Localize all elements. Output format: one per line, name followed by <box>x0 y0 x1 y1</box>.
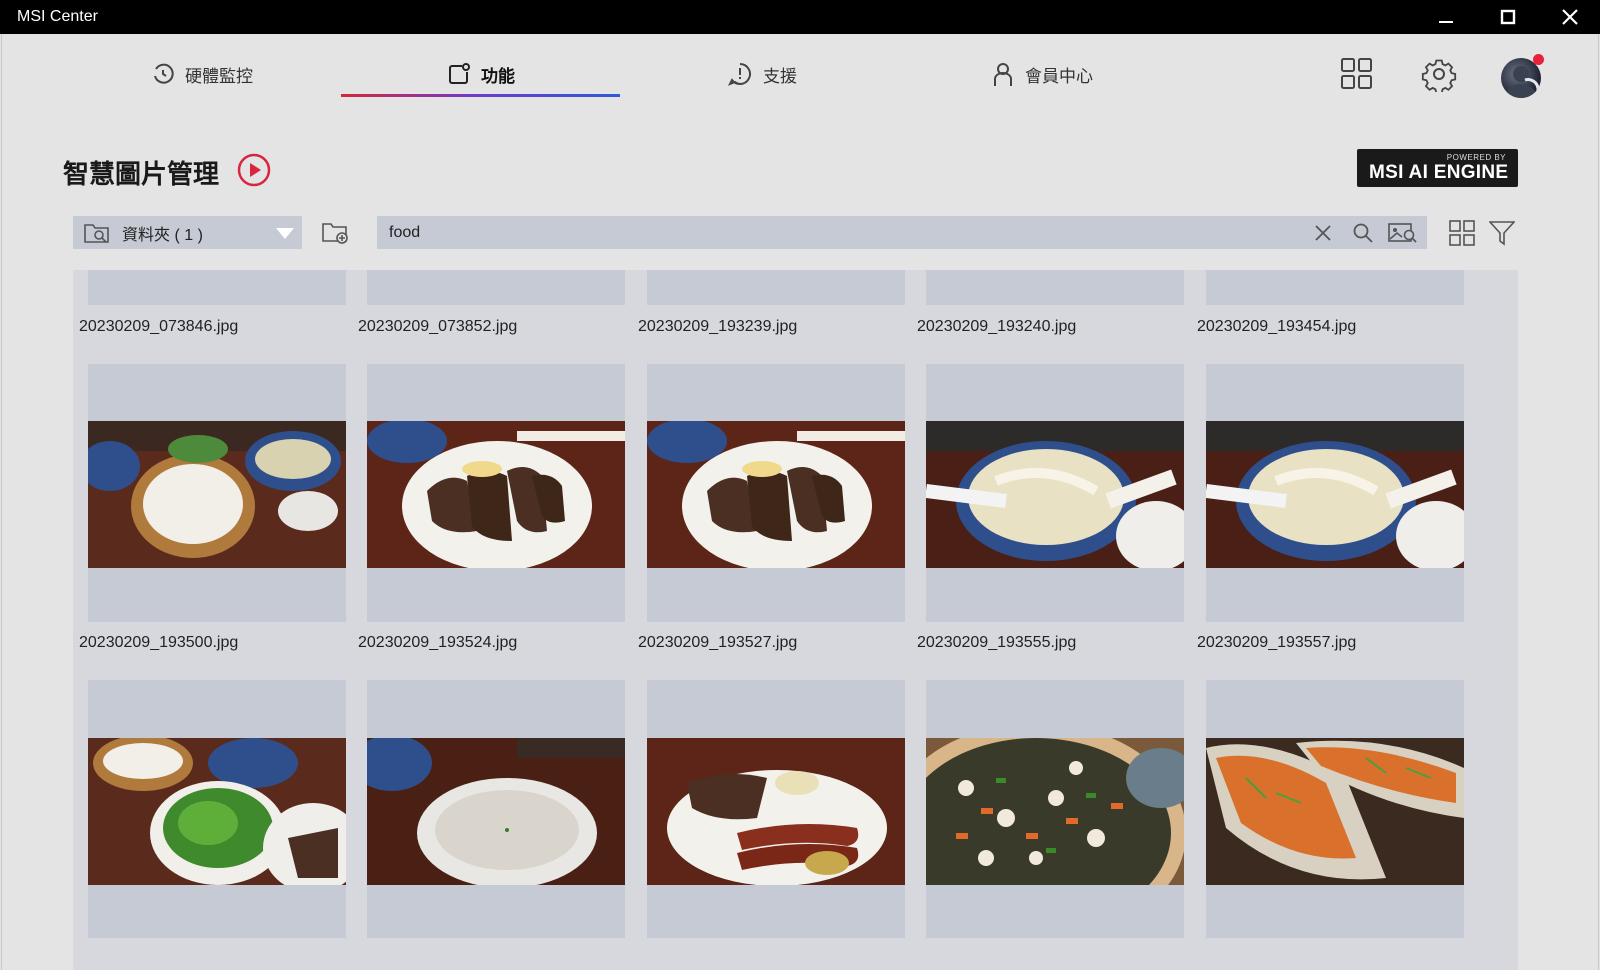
image-search-icon <box>1388 222 1417 243</box>
image-tile[interactable] <box>367 364 625 622</box>
image-tile[interactable] <box>1206 270 1464 305</box>
photo-thumbnail <box>88 738 346 885</box>
file-name: 20230209_073852.jpg <box>358 318 518 335</box>
add-folder-button[interactable] <box>322 220 350 251</box>
tab-label: 支援 <box>763 66 797 86</box>
image-tile[interactable] <box>367 680 625 938</box>
user-icon <box>991 61 1015 87</box>
maximize-button[interactable] <box>1478 0 1538 34</box>
file-name: 20230209_193555.jpg <box>917 634 1077 651</box>
filter-button[interactable] <box>1488 220 1516 251</box>
image-gallery: 20230209_073846.jpg 20230209_073852.jpg … <box>73 270 1518 970</box>
search-bar <box>377 216 1427 249</box>
image-tile[interactable] <box>926 680 1184 938</box>
file-name: 20230209_193527.jpg <box>638 634 798 651</box>
file-name: 20230209_193500.jpg <box>79 634 239 651</box>
folder-search-icon <box>84 222 112 244</box>
play-icon <box>237 153 271 187</box>
image-tile[interactable] <box>88 364 346 622</box>
settings-button[interactable] <box>1420 55 1458 93</box>
chevron-down-icon <box>276 227 294 245</box>
photo-thumbnail <box>88 421 346 568</box>
file-name: 20230209_193557.jpg <box>1197 634 1357 651</box>
image-tile[interactable] <box>926 270 1184 305</box>
grid-view-icon <box>1449 220 1475 246</box>
close-button[interactable] <box>1540 0 1600 34</box>
photo-thumbnail <box>1206 738 1464 885</box>
main-window: 硬體監控 功能 支援 會員中心 智慧圖片管理 POWERED BY MSI AI… <box>1 34 1599 970</box>
image-tile[interactable] <box>88 270 346 305</box>
active-tab-indicator <box>341 94 620 97</box>
tab-features[interactable]: 功能 <box>411 54 551 94</box>
image-tile[interactable] <box>647 364 905 622</box>
search-button[interactable] <box>1347 216 1379 249</box>
play-tutorial-button[interactable] <box>237 153 271 187</box>
gauge-icon <box>151 62 175 86</box>
file-name: 20230209_193240.jpg <box>917 318 1077 335</box>
grid-apps-icon <box>1341 58 1372 89</box>
file-name: 20230209_073846.jpg <box>79 318 239 335</box>
tab-label: 功能 <box>481 66 515 86</box>
photo-thumbnail <box>367 421 625 568</box>
tab-member-center[interactable]: 會員中心 <box>972 54 1112 94</box>
tab-label: 會員中心 <box>1025 66 1093 86</box>
badge-engine-name: MSI AI ENGINE <box>1369 162 1509 183</box>
page-title: 智慧圖片管理 <box>63 159 220 189</box>
folder-add-icon <box>322 223 348 244</box>
photo-thumbnail <box>926 421 1184 568</box>
file-name: 20230209_193239.jpg <box>638 318 798 335</box>
feature-icon <box>447 62 471 86</box>
apps-button[interactable] <box>1339 56 1375 92</box>
support-icon <box>727 61 753 87</box>
minimize-icon <box>1439 21 1453 23</box>
photo-thumbnail <box>647 738 905 885</box>
file-name: 20230209_193454.jpg <box>1197 318 1357 335</box>
image-tile[interactable] <box>926 364 1184 622</box>
gear-icon <box>1421 59 1457 92</box>
filter-icon <box>1488 221 1516 246</box>
search-input[interactable] <box>389 216 1269 249</box>
badge-powered-by: POWERED BY <box>1446 153 1506 162</box>
title-bar: MSI Center <box>0 0 1600 34</box>
folder-select[interactable]: 資料夾 ( 1 ) <box>73 216 302 249</box>
image-tile[interactable] <box>647 270 905 305</box>
tab-label: 硬體監控 <box>185 66 253 86</box>
image-search-button[interactable] <box>1385 216 1421 249</box>
photo-thumbnail <box>647 421 905 568</box>
msi-ai-engine-badge: POWERED BY MSI AI ENGINE <box>1357 149 1518 187</box>
image-tile[interactable] <box>88 680 346 938</box>
file-name: 20230209_193524.jpg <box>358 634 518 651</box>
close-icon <box>1562 9 1578 25</box>
photo-thumbnail <box>367 738 625 885</box>
minimize-button[interactable] <box>1416 0 1476 34</box>
tab-hardware-monitor[interactable]: 硬體監控 <box>132 54 272 94</box>
notification-dot <box>1533 54 1544 65</box>
image-tile[interactable] <box>1206 364 1464 622</box>
photo-thumbnail <box>926 738 1184 885</box>
grid-view-button[interactable] <box>1449 220 1475 251</box>
image-tile[interactable] <box>647 680 905 938</box>
search-icon <box>1353 223 1373 243</box>
image-tile[interactable] <box>1206 680 1464 938</box>
image-tile[interactable] <box>367 270 625 305</box>
clear-search-button[interactable] <box>1307 216 1339 249</box>
app-title: MSI Center <box>17 8 98 25</box>
folder-select-label: 資料夾 ( 1 ) <box>122 226 203 244</box>
tab-support[interactable]: 支援 <box>692 54 832 94</box>
close-icon <box>1315 224 1331 241</box>
photo-thumbnail <box>1206 421 1464 568</box>
maximize-icon <box>1500 9 1516 25</box>
